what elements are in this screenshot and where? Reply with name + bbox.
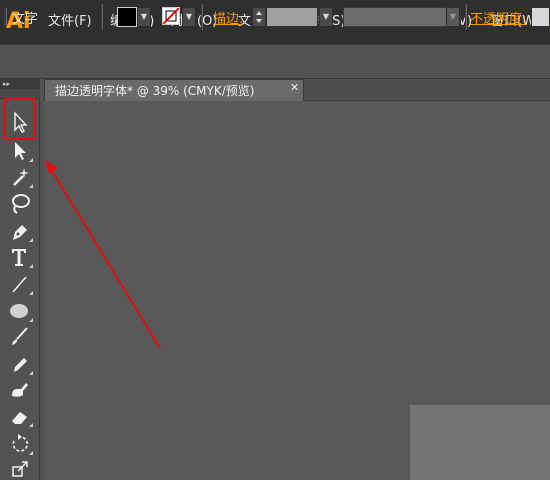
- selection-tool-highlight: [4, 98, 36, 140]
- watermark-overlay: [410, 405, 550, 480]
- direct-selection-tool[interactable]: [5, 139, 33, 163]
- blob-brush-icon: [12, 383, 28, 397]
- pencil-tool[interactable]: [5, 352, 33, 376]
- stroke-color-swatch[interactable]: [162, 7, 180, 25]
- stroke-weight-dropdown-arrow[interactable]: ▼: [319, 7, 333, 27]
- stepper-arrows-icon: [256, 11, 262, 23]
- scale-tool[interactable]: [5, 457, 33, 480]
- close-icon[interactable]: ✕: [290, 81, 299, 94]
- eraser-tool[interactable]: [5, 404, 33, 428]
- menu-file[interactable]: 文件(F): [48, 12, 92, 32]
- no-color-icon: [163, 8, 179, 24]
- submenu-indicator-icon: [29, 238, 33, 242]
- opacity-field[interactable]: [531, 7, 550, 27]
- profile-dropdown-arrow[interactable]: ▼: [446, 7, 460, 27]
- opacity-label[interactable]: 不透明度:: [470, 8, 526, 27]
- control-separator: [465, 4, 467, 30]
- lasso-icon: [12, 194, 30, 214]
- control-bar-grip[interactable]: [4, 8, 7, 26]
- document-tab-title: 描边透明字体* @ 39% (CMYK/预览): [55, 84, 255, 98]
- submenu-indicator-icon: [29, 264, 33, 268]
- stroke-label[interactable]: 描边:: [213, 8, 243, 27]
- blob-brush-tool[interactable]: [5, 377, 33, 401]
- scale-icon: [12, 461, 28, 477]
- submenu-indicator-icon: [29, 318, 33, 322]
- fill-color-swatch[interactable]: [117, 7, 137, 27]
- stroke-weight-stepper[interactable]: [252, 7, 266, 27]
- collapse-panel-icon[interactable]: ▸▸: [3, 79, 15, 89]
- control-separator: [101, 4, 103, 30]
- tab-strip: [304, 79, 550, 101]
- control-bar: [0, 44, 550, 79]
- submenu-indicator-icon: [29, 371, 33, 375]
- stroke-dropdown-arrow[interactable]: ▼: [182, 7, 196, 27]
- submenu-indicator-icon: [29, 423, 33, 427]
- submenu-indicator-icon: [29, 184, 33, 188]
- pen-tool[interactable]: [5, 219, 33, 243]
- submenu-indicator-icon: [29, 451, 33, 455]
- line-segment-tool[interactable]: [5, 272, 33, 296]
- variable-width-profile[interactable]: [343, 7, 461, 27]
- submenu-indicator-icon: [29, 158, 33, 162]
- lasso-tool[interactable]: [5, 191, 33, 215]
- document-tab[interactable]: 描边透明字体* @ 39% (CMYK/预览) ✕: [44, 79, 304, 101]
- fill-dropdown-arrow[interactable]: ▼: [137, 7, 151, 27]
- type-tool[interactable]: [5, 245, 33, 269]
- submenu-indicator-icon: [29, 291, 33, 295]
- rotate-tool[interactable]: [5, 432, 33, 456]
- control-separator: [201, 4, 203, 30]
- paintbrush-icon: [12, 327, 28, 345]
- ellipse-tool[interactable]: [5, 299, 33, 323]
- magic-wand-tool[interactable]: [5, 165, 33, 189]
- stroke-weight-field[interactable]: [266, 7, 318, 27]
- context-label: 文字: [12, 12, 39, 27]
- paintbrush-tool[interactable]: [5, 324, 33, 348]
